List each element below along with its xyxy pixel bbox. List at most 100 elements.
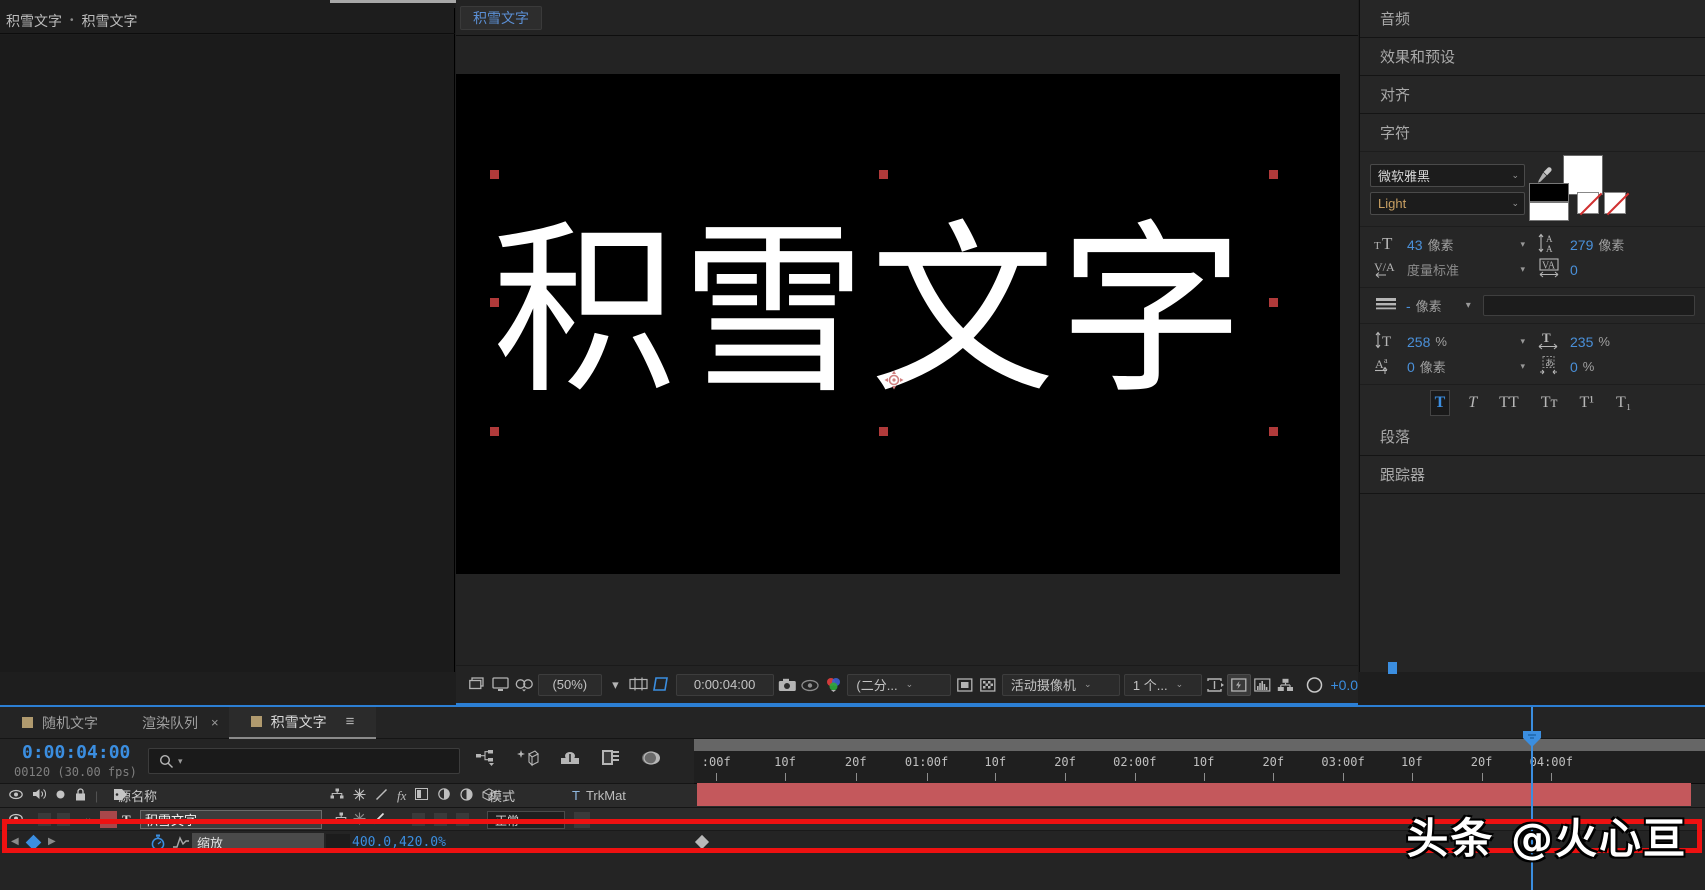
project-item-list[interactable] — [0, 35, 454, 672]
font-style-select[interactable]: Light ⌄ — [1370, 191, 1525, 215]
column-header-trkmat[interactable]: T TrkMat — [572, 788, 626, 803]
viewer-time-display[interactable]: 0:00:04:00 — [675, 673, 774, 696]
shy-layers-icon[interactable] — [475, 749, 497, 772]
channel-icon[interactable] — [822, 673, 845, 697]
selection-handle-mr[interactable] — [1269, 298, 1278, 307]
composition-canvas[interactable]: 积雪文字 — [456, 74, 1340, 574]
layers-stack-icon[interactable] — [641, 749, 663, 772]
layer-parent-switch-icon[interactable] — [334, 812, 348, 827]
comp-viewer-tab[interactable]: 积雪文字 — [460, 5, 542, 30]
chevron-down-icon[interactable]: ▾ — [1520, 264, 1535, 275]
kerning-field[interactable]: V/A 度量标准 ▾ — [1372, 258, 1535, 282]
selection-handle-tr[interactable] — [1269, 170, 1278, 179]
keyframe-toggle-icon[interactable] — [25, 834, 42, 851]
panel-align[interactable]: 对齐 — [1360, 76, 1705, 114]
selection-handle-ml[interactable] — [490, 298, 499, 307]
all-caps-button[interactable]: TT — [1495, 391, 1523, 415]
chevron-down-icon[interactable]: ▾ — [1520, 361, 1535, 372]
composition-stage[interactable]: 积雪文字 — [456, 36, 1358, 628]
font-size-field[interactable]: TT 43 像素 ▾ — [1372, 234, 1535, 256]
leading-field-group[interactable]: AA 279 像素 — [1535, 233, 1698, 257]
tracking-field[interactable]: VA 0 — [1535, 257, 1698, 282]
panel-menu-icon[interactable]: ≡ — [346, 713, 355, 730]
font-family-select[interactable]: 微软雅黑 ⌄ — [1370, 163, 1525, 187]
layer-name-field[interactable]: 积雪文字 — [140, 810, 322, 829]
search-input[interactable]: ▾ — [148, 748, 460, 774]
monitor-icon[interactable] — [489, 673, 512, 697]
layer-rasterize-switch-icon[interactable] — [353, 812, 366, 828]
selection-handle-bc[interactable] — [879, 427, 888, 436]
layer-switch-box-1[interactable] — [412, 813, 425, 826]
enable-frame-blending-icon[interactable] — [517, 749, 539, 772]
next-keyframe-icon[interactable]: ▶ — [48, 836, 56, 847]
motion-blur-icon[interactable] — [559, 750, 581, 771]
selection-handle-br[interactable] — [1269, 427, 1278, 436]
layer-visibility-icon[interactable] — [9, 813, 23, 827]
playhead-handle-icon[interactable] — [1522, 731, 1542, 747]
canvas-text-layer[interactable]: 积雪文字 — [492, 219, 1248, 404]
close-icon[interactable]: × — [211, 715, 219, 730]
panel-paragraph[interactable]: 段落 — [1360, 418, 1705, 456]
property-name[interactable]: 缩放 — [192, 833, 324, 852]
histogram-icon[interactable] — [1251, 674, 1274, 696]
show-snapshot-icon[interactable] — [799, 673, 822, 697]
stroke-style-select[interactable] — [1482, 295, 1695, 316]
breadcrumb[interactable]: 积雪文字 • 积雪文字 — [0, 8, 455, 34]
property-link-box[interactable] — [326, 834, 350, 851]
resolution-select[interactable]: (二分... ⌄ — [847, 673, 952, 696]
prev-keyframe-icon[interactable]: ◀ — [11, 836, 19, 847]
fill-color-swatch-alt[interactable] — [1529, 202, 1569, 221]
panel-effects-and-presets[interactable]: 效果和预设 — [1360, 38, 1705, 76]
stopwatch-icon[interactable] — [150, 834, 166, 855]
property-value[interactable]: 400.0,420.0% — [352, 835, 446, 850]
timeline-tab-snow-text[interactable]: 积雪文字 ≡ — [228, 706, 377, 739]
eyedropper-icon[interactable] — [1529, 166, 1559, 185]
layer-switch-box-2[interactable] — [434, 813, 447, 826]
selection-handle-tl[interactable] — [490, 170, 499, 179]
graph-editor-set-icon[interactable] — [172, 835, 190, 852]
zoom-level-select[interactable]: (50%) — [537, 673, 602, 696]
chevron-down-icon[interactable]: ⌄ — [84, 813, 92, 824]
mask-visible-icon[interactable] — [513, 673, 536, 697]
breadcrumb-root[interactable]: 积雪文字 — [6, 11, 62, 31]
anchor-point-icon[interactable] — [884, 370, 904, 390]
fill-stroke-swatches[interactable] — [1529, 183, 1573, 223]
selection-handle-tc[interactable] — [879, 170, 888, 179]
region-of-interest-toggle[interactable] — [953, 674, 976, 696]
graph-editor-icon[interactable] — [601, 749, 621, 772]
breadcrumb-current[interactable]: 积雪文字 — [82, 11, 138, 31]
chevron-down-icon[interactable]: ▾ — [1466, 300, 1471, 311]
chevron-down-icon[interactable]: ▾ — [1520, 336, 1535, 347]
transparency-grid-icon[interactable] — [977, 674, 1000, 696]
always-preview-icon[interactable] — [466, 673, 489, 697]
pixel-aspect-icon[interactable] — [1204, 674, 1227, 696]
view-layout-select[interactable]: 1 个... ⌄ — [1123, 673, 1202, 696]
layer-duration-bar[interactable] — [697, 783, 1691, 806]
layer-quality-switch-icon[interactable] — [372, 812, 385, 828]
character-panel-title[interactable]: 字符 — [1360, 114, 1705, 152]
panel-tracker[interactable]: 跟踪器 — [1360, 456, 1705, 494]
grid-guides-icon[interactable] — [627, 673, 650, 697]
fast-preview-icon[interactable] — [1227, 673, 1251, 696]
no-stroke-swatch[interactable] — [1604, 192, 1626, 214]
subscript-button[interactable]: T₁ — [1612, 391, 1635, 415]
chevron-down-icon[interactable]: ▾ — [1520, 239, 1535, 250]
faux-bold-button[interactable]: T — [1429, 389, 1451, 416]
exposure-value[interactable]: +0.0 — [1330, 677, 1358, 693]
exposure-icon[interactable] — [1303, 673, 1326, 697]
layer-solo-toggle[interactable] — [57, 813, 70, 826]
layer-trkmat-select[interactable] — [574, 812, 590, 828]
tsume-field[interactable]: あ 0 % — [1535, 355, 1698, 379]
timeline-tab-random-text[interactable]: 随机文字 — [0, 707, 120, 739]
column-header-mode[interactable]: 模式 — [489, 786, 515, 805]
no-fill-swatch[interactable] — [1577, 192, 1599, 214]
layer-audio-toggle[interactable] — [38, 813, 51, 826]
timeline-current-time[interactable]: 0:00:04:00 — [22, 742, 130, 763]
layer-blend-mode-select[interactable]: 正常 ⌄ — [487, 811, 565, 829]
layer-label-color[interactable] — [100, 811, 117, 828]
camera-view-select[interactable]: 活动摄像机 ⌄ — [1001, 673, 1120, 696]
region-of-interest-icon[interactable] — [650, 673, 673, 697]
timeline-tab-render-queue[interactable]: 渲染队列 × — [120, 707, 229, 739]
vertical-scale-field[interactable]: T 258 % ▾ — [1372, 330, 1535, 354]
search-field[interactable] — [186, 753, 459, 769]
